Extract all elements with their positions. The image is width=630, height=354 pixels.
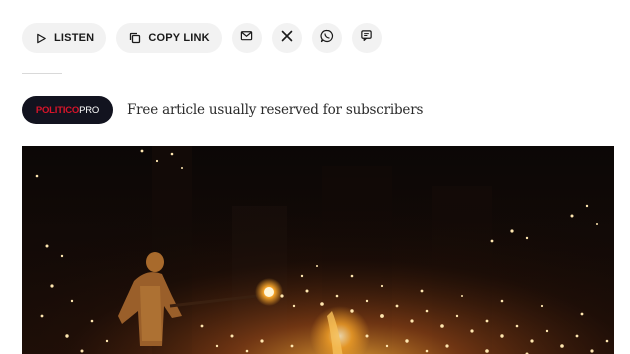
whatsapp-icon [320, 29, 334, 48]
article-page: LISTEN COPY LINK POLITICO PRO Free artic… [0, 0, 630, 354]
copy-link-icon [128, 31, 142, 45]
share-whatsapp-button[interactable] [311, 23, 342, 53]
listen-label: LISTEN [54, 32, 95, 44]
share-toolbar: LISTEN COPY LINK [22, 23, 382, 53]
share-message-button[interactable] [351, 23, 382, 53]
x-icon [281, 29, 293, 47]
message-icon [360, 29, 373, 47]
divider [22, 73, 62, 74]
free-article-note: Free article usually reserved for subscr… [127, 102, 424, 118]
steelworks-photo [22, 146, 614, 354]
copy-link-label: COPY LINK [148, 32, 210, 44]
pro-notice: POLITICO PRO Free article usually reserve… [22, 96, 423, 124]
share-email-button[interactable] [231, 23, 262, 53]
pro-suffix: PRO [79, 104, 100, 116]
copy-link-button[interactable]: COPY LINK [116, 23, 222, 53]
hero-image [22, 146, 614, 354]
politico-pro-badge[interactable]: POLITICO PRO [22, 96, 113, 124]
play-icon [34, 31, 48, 45]
share-x-button[interactable] [271, 23, 302, 53]
mail-icon [240, 29, 253, 47]
politico-brand: POLITICO [35, 104, 80, 116]
listen-button[interactable]: LISTEN [22, 23, 107, 53]
